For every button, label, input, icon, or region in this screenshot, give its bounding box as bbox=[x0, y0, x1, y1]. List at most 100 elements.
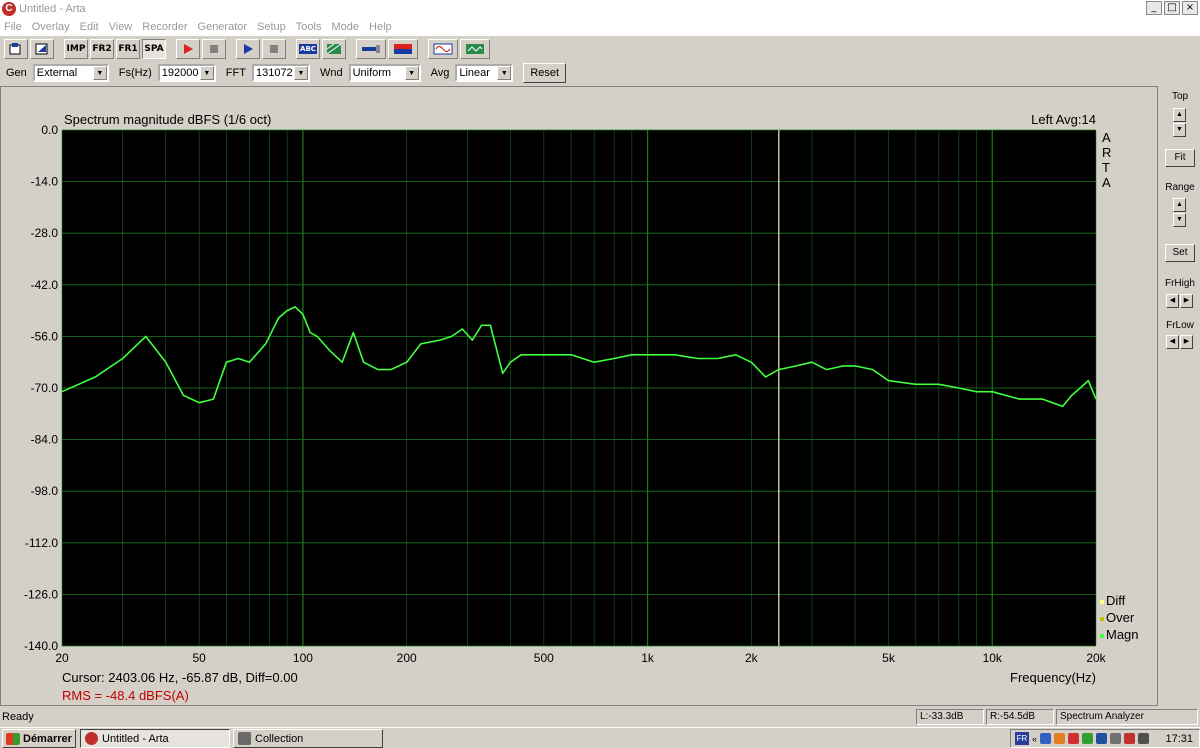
task-arta[interactable]: Untitled - Arta bbox=[80, 729, 230, 748]
x-tick-label: 100 bbox=[293, 651, 313, 665]
printer-icon[interactable] bbox=[1110, 733, 1122, 744]
signal-gen-button[interactable] bbox=[428, 39, 458, 59]
chevron-down-icon[interactable]: ▼ bbox=[497, 66, 512, 80]
folder-task-icon bbox=[238, 732, 251, 745]
status-bar: Ready L:-33.3dB R:-54.5dB Spectrum Analy… bbox=[0, 708, 1200, 726]
menu-recorder[interactable]: Recorder bbox=[142, 21, 187, 33]
probe-button[interactable] bbox=[356, 39, 386, 59]
fs-select[interactable]: 192000 ▼ bbox=[157, 64, 216, 82]
fft-select[interactable]: 131072 ▼ bbox=[251, 64, 310, 82]
frlow-right-button[interactable]: ▶ bbox=[1180, 335, 1193, 349]
frhigh-label: FrHigh bbox=[1164, 278, 1195, 289]
grid-icon bbox=[326, 43, 342, 55]
avg-label: Avg bbox=[430, 67, 450, 79]
task-collection-label: Collection bbox=[255, 732, 304, 745]
settings-row: Gen External ▼ Fs(Hz) 192000 ▼ FFT 13107… bbox=[0, 62, 1200, 84]
tray-expand-icon[interactable]: « bbox=[1032, 734, 1037, 744]
security-icon[interactable] bbox=[1054, 733, 1066, 744]
fit-button[interactable]: Fit bbox=[1165, 149, 1195, 167]
menu-view[interactable]: View bbox=[109, 21, 133, 33]
frlow-label: FrLow bbox=[1166, 320, 1194, 331]
gen-value: External bbox=[36, 67, 78, 79]
volume-icon[interactable] bbox=[1138, 733, 1150, 744]
fs-label: Fs(Hz) bbox=[118, 67, 152, 79]
avg-select[interactable]: Linear ▼ bbox=[455, 64, 514, 82]
x-axis-label: Frequency(Hz) bbox=[1010, 670, 1096, 685]
stop-playback-button[interactable] bbox=[262, 39, 286, 59]
frlow-left-button[interactable]: ◀ bbox=[1166, 335, 1179, 349]
menu-overlay[interactable]: Overlay bbox=[32, 21, 70, 33]
close-icon[interactable]: × bbox=[1182, 1, 1198, 15]
arta-app-icon[interactable]: C bbox=[2, 2, 16, 16]
menu-help[interactable]: Help bbox=[369, 21, 392, 33]
menu-file[interactable]: File bbox=[4, 21, 22, 33]
legend-label: Over bbox=[1106, 610, 1135, 625]
windows-logo-icon bbox=[6, 732, 20, 745]
alert-icon[interactable] bbox=[1124, 733, 1136, 744]
open-file-button[interactable] bbox=[4, 39, 28, 59]
maximize-icon[interactable]: □ bbox=[1164, 1, 1180, 15]
fft-label: FFT bbox=[225, 67, 246, 79]
play-blue-icon bbox=[244, 44, 253, 54]
y-tick-label: -112.0 bbox=[25, 536, 58, 550]
task-collection[interactable]: Collection bbox=[233, 729, 383, 748]
top-label: Top bbox=[1171, 91, 1189, 102]
update-icon[interactable] bbox=[1082, 733, 1094, 744]
imp-mode-button[interactable]: IMP bbox=[64, 39, 88, 59]
meter-button[interactable] bbox=[388, 39, 418, 59]
spectrum-chart[interactable]: 0.0 -14.0 -28.0 -42.0 -56.0 -70.0 -84.0 -98.0 -1… bbox=[0, 86, 1158, 706]
menu-generator[interactable]: Generator bbox=[198, 21, 248, 33]
y-tick-label: -84.0 bbox=[31, 433, 59, 447]
start-label: Démarrer bbox=[23, 732, 72, 745]
stop-button[interactable] bbox=[202, 39, 226, 59]
legend-swatch bbox=[1100, 634, 1104, 638]
fr2-mode-button[interactable]: FR2 bbox=[90, 39, 114, 59]
network-icon[interactable] bbox=[1040, 733, 1052, 744]
cursor-readout: Cursor: 2403.06 Hz, -65.87 dB, Diff=0.00 bbox=[62, 670, 298, 685]
top-up-button[interactable]: ▲ bbox=[1173, 108, 1186, 122]
arta-letter: R bbox=[1102, 145, 1111, 160]
set-button[interactable]: Set bbox=[1165, 244, 1195, 262]
antivirus-icon[interactable] bbox=[1068, 733, 1080, 744]
language-indicator[interactable]: FR bbox=[1015, 732, 1029, 745]
start-button[interactable]: Démarrer bbox=[2, 729, 76, 748]
fr1-mode-button[interactable]: FR1 bbox=[116, 39, 140, 59]
legend-label: Diff bbox=[1106, 593, 1126, 608]
scope-button[interactable] bbox=[460, 39, 490, 59]
wnd-select[interactable]: Uniform ▼ bbox=[348, 64, 421, 82]
menu-tools[interactable]: Tools bbox=[296, 21, 322, 33]
task-arta-label: Untitled - Arta bbox=[102, 732, 169, 745]
chevron-down-icon[interactable]: ▼ bbox=[199, 66, 214, 80]
chevron-down-icon[interactable]: ▼ bbox=[404, 66, 419, 80]
legend-swatch bbox=[1100, 617, 1104, 621]
wnd-value: Uniform bbox=[352, 67, 392, 79]
fft-value: 131072 bbox=[255, 67, 293, 79]
sine-wave-icon bbox=[433, 43, 453, 55]
top-down-button[interactable]: ▼ bbox=[1173, 123, 1186, 137]
y-tick-label: -70.0 bbox=[31, 381, 59, 395]
gen-select[interactable]: External ▼ bbox=[32, 64, 109, 82]
side-controls: Top ▲ ▼ Fit Range ▲ ▼ Set FrHigh ◀ ▶ FrL… bbox=[1160, 86, 1200, 706]
range-up-button[interactable]: ▲ bbox=[1173, 198, 1186, 212]
abc-button[interactable]: ABC bbox=[296, 39, 320, 59]
frhigh-right-button[interactable]: ▶ bbox=[1180, 294, 1193, 308]
menu-mode[interactable]: Mode bbox=[331, 21, 359, 33]
record-button[interactable] bbox=[176, 39, 200, 59]
chevron-down-icon[interactable]: ▼ bbox=[92, 66, 107, 80]
chevron-down-icon[interactable]: ▼ bbox=[293, 66, 308, 80]
reset-button[interactable]: Reset bbox=[523, 63, 567, 83]
chart-title: Spectrum magnitude dBFS (1/6 oct) bbox=[64, 112, 271, 127]
x-tick-label: 20 bbox=[55, 651, 69, 665]
menu-edit[interactable]: Edit bbox=[80, 21, 99, 33]
range-down-button[interactable]: ▼ bbox=[1173, 213, 1186, 227]
x-tick-label: 1k bbox=[641, 651, 655, 665]
grid-button[interactable] bbox=[322, 39, 346, 59]
arta-task-icon bbox=[85, 732, 98, 745]
frhigh-left-button[interactable]: ◀ bbox=[1166, 294, 1179, 308]
minimize-icon[interactable]: _ bbox=[1146, 1, 1162, 15]
play-button[interactable] bbox=[236, 39, 260, 59]
bluetooth-icon[interactable] bbox=[1096, 733, 1108, 744]
new-file-button[interactable] bbox=[30, 39, 54, 59]
menu-setup[interactable]: Setup bbox=[257, 21, 286, 33]
spa-mode-button[interactable]: SPA bbox=[142, 39, 166, 59]
